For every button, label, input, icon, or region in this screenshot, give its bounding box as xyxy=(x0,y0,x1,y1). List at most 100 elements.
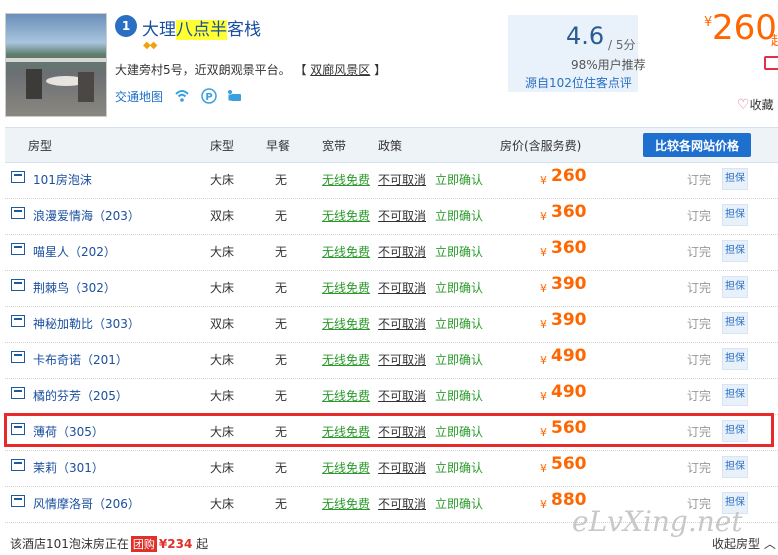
room-name-link[interactable]: 茉莉（301） xyxy=(33,459,104,476)
cancel-policy-link[interactable]: 不可取消 xyxy=(378,207,426,224)
room-detail-icon[interactable] xyxy=(11,243,25,255)
guarantee-badge[interactable]: 担保 xyxy=(722,456,748,478)
rating-unit: / 5分 xyxy=(608,38,636,52)
hotel-name-link[interactable]: 大理八点半客栈 xyxy=(142,15,261,40)
guarantee-badge[interactable]: 担保 xyxy=(722,204,748,226)
wifi-free-link[interactable]: 无线免费 xyxy=(322,387,370,404)
price-yen: ¥ xyxy=(540,210,547,223)
reviews-link[interactable]: 源自102位住客点评 xyxy=(525,74,632,91)
breakfast: 无 xyxy=(275,281,288,295)
groupbuy-notice: 该酒店101泡沫房正在 团购 ¥234 起 xyxy=(10,535,208,552)
cancel-policy-link[interactable]: 不可取消 xyxy=(378,495,426,512)
cancel-policy-link[interactable]: 不可取消 xyxy=(378,279,426,296)
status-sold-out: 订完 xyxy=(687,173,712,187)
room-detail-icon[interactable] xyxy=(11,171,25,183)
col-room: 房型 xyxy=(28,139,53,153)
header-price-suffix: 起 xyxy=(771,34,778,49)
room-name-link[interactable]: 橘的芬芳（205） xyxy=(33,387,128,404)
wifi-free-link[interactable]: 无线免费 xyxy=(322,243,370,260)
price-yen: ¥ xyxy=(540,246,547,259)
room-price: 490 xyxy=(551,346,587,366)
guarantee-badge[interactable]: 担保 xyxy=(722,312,748,334)
header-price: 260 xyxy=(712,8,777,48)
groupbuy-suffix: 起 xyxy=(196,537,209,551)
room-row: 浪漫爱情海（203） 双床 无 无线免费 不可取消 立即确认 ¥360 订完 担保 xyxy=(5,198,778,235)
status-sold-out: 订完 xyxy=(687,281,712,295)
breakfast: 无 xyxy=(275,245,288,259)
wifi-free-link[interactable]: 无线免费 xyxy=(322,495,370,512)
room-detail-icon[interactable] xyxy=(11,495,25,507)
bed-type: 大床 xyxy=(210,281,235,295)
room-row: 卡布奇诺（201） 大床 无 无线免费 不可取消 立即确认 ¥490 订完 担保 xyxy=(5,342,778,379)
groupbuy-text: 该酒店101泡沫房正在 xyxy=(10,537,129,551)
room-row: 喵星人（202） 大床 无 无线免费 不可取消 立即确认 ¥360 订完 担保 xyxy=(5,234,778,271)
wifi-free-link[interactable]: 无线免费 xyxy=(322,351,370,368)
room-price: 260 xyxy=(551,166,587,186)
room-row: 荆棘鸟（302） 大床 无 无线免费 不可取消 立即确认 ¥390 订完 担保 xyxy=(5,270,778,307)
rating-score: 4.6 xyxy=(566,22,605,50)
wifi-free-link[interactable]: 无线免费 xyxy=(322,279,370,296)
room-detail-icon[interactable] xyxy=(11,459,25,471)
room-row: 101房泡沫 大床 无 无线免费 不可取消 立即确认 ¥260 订完 担保 xyxy=(5,162,778,199)
hotel-name-suffix: 客栈 xyxy=(227,20,261,40)
room-name-link[interactable]: 浪漫爱情海（203） xyxy=(33,207,140,224)
rank-badge: 1 xyxy=(115,15,137,37)
bed-type: 大床 xyxy=(210,245,235,259)
room-detail-icon[interactable] xyxy=(11,207,25,219)
groupbuy-badge[interactable]: 团购 xyxy=(130,536,157,552)
col-bed: 床型 xyxy=(210,139,235,153)
hotel-name-prefix: 大理 xyxy=(142,20,176,40)
room-name-link[interactable]: 风情摩洛哥（206） xyxy=(33,495,140,512)
district-link[interactable]: 双廊风景区 xyxy=(310,63,370,77)
status-sold-out: 订完 xyxy=(687,317,712,331)
guarantee-badge[interactable]: 担保 xyxy=(722,276,748,298)
room-name-link[interactable]: 卡布奇诺（201） xyxy=(33,351,128,368)
col-broadband: 宽带 xyxy=(322,139,347,153)
bed-type: 大床 xyxy=(210,497,235,511)
room-detail-icon[interactable] xyxy=(11,315,25,327)
room-price: 360 xyxy=(551,238,587,258)
room-name-link[interactable]: 神秘加勒比（303） xyxy=(33,315,140,332)
room-row: 茉莉（301） 大床 无 无线免费 不可取消 立即确认 ¥560 订完 担保 xyxy=(5,450,778,487)
guarantee-badge[interactable]: 担保 xyxy=(722,348,748,370)
instant-confirm: 立即确认 xyxy=(435,461,484,475)
cancel-policy-link[interactable]: 不可取消 xyxy=(378,387,426,404)
cancel-policy-link[interactable]: 不可取消 xyxy=(378,315,426,332)
room-name-link[interactable]: 荆棘鸟（302） xyxy=(33,279,116,296)
room-name-link[interactable]: 101房泡沫 xyxy=(33,171,92,188)
room-detail-icon[interactable] xyxy=(11,387,25,399)
cancel-policy-link[interactable]: 不可取消 xyxy=(378,171,426,188)
room-detail-icon[interactable] xyxy=(11,279,25,291)
room-name-link[interactable]: 喵星人（202） xyxy=(33,243,116,260)
cancel-policy-link[interactable]: 不可取消 xyxy=(378,243,426,260)
wifi-free-link[interactable]: 无线免费 xyxy=(322,171,370,188)
cancel-policy-link[interactable]: 不可取消 xyxy=(378,351,426,368)
guarantee-badge[interactable]: 担保 xyxy=(722,240,748,262)
wifi-free-link[interactable]: 无线免费 xyxy=(322,315,370,332)
price-yen: ¥ xyxy=(540,354,547,367)
wifi-free-link[interactable]: 无线免费 xyxy=(322,207,370,224)
bed-type: 大床 xyxy=(210,353,235,367)
room-price: 390 xyxy=(551,274,587,294)
breakfast: 无 xyxy=(275,461,288,475)
hotel-photo[interactable] xyxy=(5,13,107,117)
wifi-free-link[interactable]: 无线免费 xyxy=(322,459,370,476)
compare-flag-icon[interactable] xyxy=(764,56,778,70)
cancel-policy-link[interactable]: 不可取消 xyxy=(378,459,426,476)
price-yen: ¥ xyxy=(540,318,547,331)
shuttle-icon xyxy=(228,90,241,101)
address: 大建旁村5号，近双朗观景平台。 【 双廊风景区 】 xyxy=(115,63,387,77)
instant-confirm: 立即确认 xyxy=(435,317,484,331)
traffic-map-link[interactable]: 交通地图 xyxy=(115,88,163,105)
instant-confirm: 立即确认 xyxy=(435,281,484,295)
price-yen: ¥ xyxy=(540,282,547,295)
guarantee-badge[interactable]: 担保 xyxy=(722,384,748,406)
favorite-button[interactable]: ♡收藏 xyxy=(737,96,774,113)
col-breakfast: 早餐 xyxy=(266,139,291,153)
guarantee-badge[interactable]: 担保 xyxy=(722,168,748,190)
room-detail-icon[interactable] xyxy=(11,351,25,363)
address-text: 大建旁村5号，近双朗观景平台。 xyxy=(115,63,291,77)
breakfast: 无 xyxy=(275,209,288,223)
compare-prices-button[interactable]: 比较各网站价格 xyxy=(643,133,751,157)
bed-type: 大床 xyxy=(210,173,235,187)
